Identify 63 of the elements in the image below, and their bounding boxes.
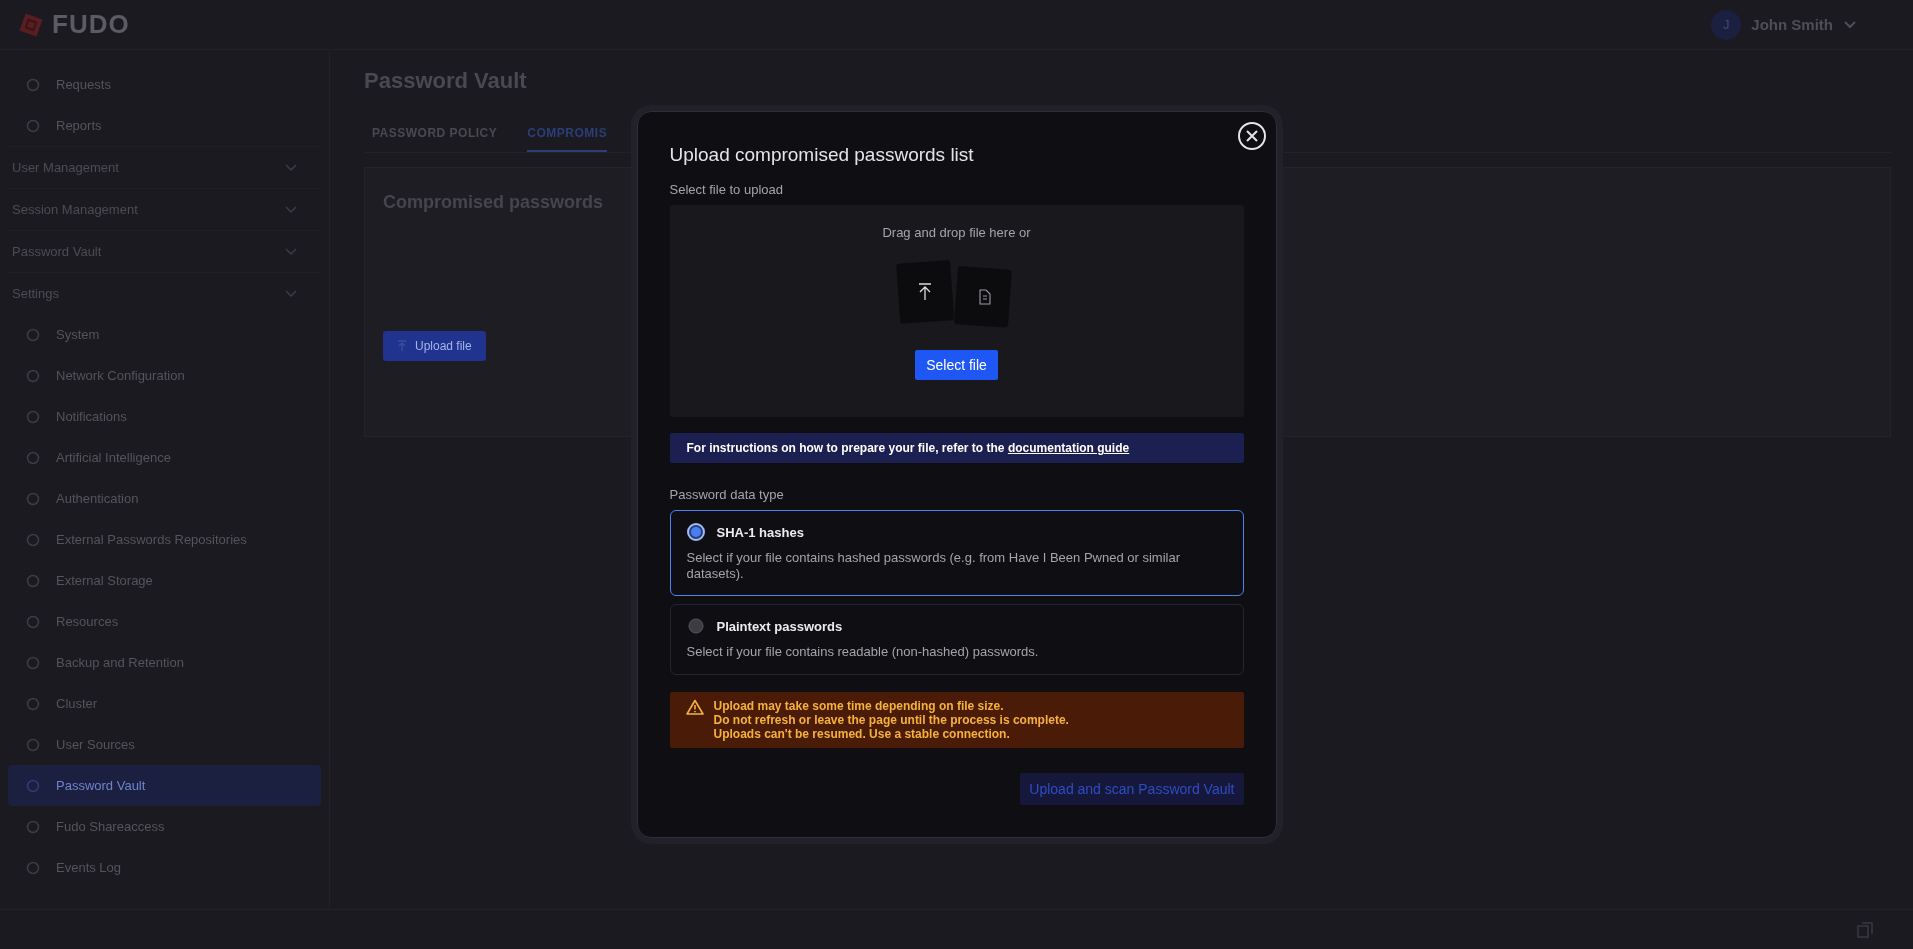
chevron-down-icon bbox=[285, 289, 297, 298]
chevron-down-icon bbox=[285, 247, 297, 256]
circle-icon bbox=[26, 491, 40, 506]
upload-button[interactable]: Upload file bbox=[383, 331, 486, 361]
radio-option[interactable]: SHA-1 hashes Select if your file contains hashed passwords (e.g. from Have I Been Pwned or similar datasets). bbox=[669, 510, 1244, 597]
circle-icon bbox=[26, 532, 40, 547]
sidebar-item[interactable]: Artificial Intelligence bbox=[8, 437, 321, 478]
option-title: Plaintext passwords bbox=[716, 618, 843, 634]
radio-button[interactable] bbox=[686, 617, 705, 636]
drop-zone-text: Drag and drop file here or bbox=[882, 225, 1031, 241]
option-title: SHA-1 hashes bbox=[716, 524, 804, 540]
chevron-down-icon bbox=[285, 205, 297, 214]
select-file-button[interactable]: Select file bbox=[915, 350, 998, 381]
chevron-down-icon[interactable] bbox=[1843, 19, 1857, 30]
circle-icon bbox=[26, 655, 40, 670]
tab[interactable]: COMPROMIS bbox=[527, 114, 608, 152]
sidebar-item[interactable]: External Storage bbox=[8, 560, 321, 601]
close-button[interactable] bbox=[1236, 121, 1267, 152]
circle-icon bbox=[26, 327, 40, 342]
sidebar-item[interactable]: External Passwords Repositories bbox=[8, 519, 321, 560]
chevron-down-icon bbox=[285, 163, 297, 172]
sidebar-item[interactable]: Fudo Shareaccess bbox=[8, 806, 321, 847]
circle-icon bbox=[26, 450, 40, 465]
circle-icon bbox=[26, 409, 40, 424]
sidebar-item[interactable]: Cluster bbox=[8, 683, 321, 724]
circle-icon bbox=[26, 819, 40, 834]
sidebar-item[interactable]: Password Vault bbox=[8, 765, 321, 806]
field-label: Select file to upload bbox=[669, 182, 784, 198]
circle-icon bbox=[26, 573, 40, 588]
warning-text: Upload may take some time depending on file size. Do not refresh or leave the page until the process is complete. Uploads can't be resumed. Use a stable connection. bbox=[713, 698, 1069, 741]
sidebar-item[interactable]: Backup and Retention bbox=[8, 642, 321, 683]
dialog-title: Upload compromised passwords list bbox=[669, 144, 975, 167]
circle-icon bbox=[26, 368, 40, 383]
circle-icon bbox=[26, 860, 40, 875]
logo-text: FUDO bbox=[52, 9, 130, 40]
sidebar-item[interactable]: Requests bbox=[8, 64, 321, 105]
sidebar-item[interactable]: Network Configuration bbox=[8, 355, 321, 396]
warning-icon bbox=[685, 698, 704, 715]
circle-icon bbox=[26, 778, 40, 793]
field-label: Password data type bbox=[669, 487, 785, 503]
sidebar-item[interactable]: User Sources bbox=[8, 724, 321, 765]
option-description: Select if your file contains readable (non-hashed) passwords. bbox=[686, 644, 1040, 660]
sidebar-item[interactable]: Resources bbox=[8, 601, 321, 642]
drop-zone[interactable]: Drag and drop file here or Select file bbox=[669, 205, 1244, 418]
option-description: Select if your file contains hashed passwords (e.g. from Have I Been Pwned or similar datasets). bbox=[686, 550, 1181, 582]
documentation-link[interactable]: documentation guide bbox=[1007, 441, 1130, 456]
circle-icon bbox=[26, 696, 40, 711]
sidebar-item[interactable]: System bbox=[8, 314, 321, 355]
circle-icon bbox=[26, 118, 40, 133]
circle-icon bbox=[26, 77, 40, 92]
circle-icon bbox=[26, 737, 40, 752]
radio-button[interactable] bbox=[686, 523, 705, 542]
sidebar-item[interactable]: Notifications bbox=[8, 396, 321, 437]
upload-icon bbox=[397, 340, 407, 352]
close-icon bbox=[1236, 121, 1267, 152]
user-avatar[interactable]: J bbox=[1711, 9, 1742, 40]
info-banner: For instructions on how to prepare your file, refer to the documentation guide bbox=[669, 433, 1244, 464]
sidebar-item[interactable]: Reports bbox=[8, 105, 321, 146]
circle-icon bbox=[26, 614, 40, 629]
sidebar-item[interactable]: Events Log bbox=[8, 847, 321, 888]
copy-icon[interactable] bbox=[1857, 921, 1873, 938]
sidebar-item[interactable]: Authentication bbox=[8, 478, 321, 519]
radio-option[interactable]: Plaintext passwords Select if your file contains readable (non-hashed) passwords. bbox=[669, 604, 1244, 675]
